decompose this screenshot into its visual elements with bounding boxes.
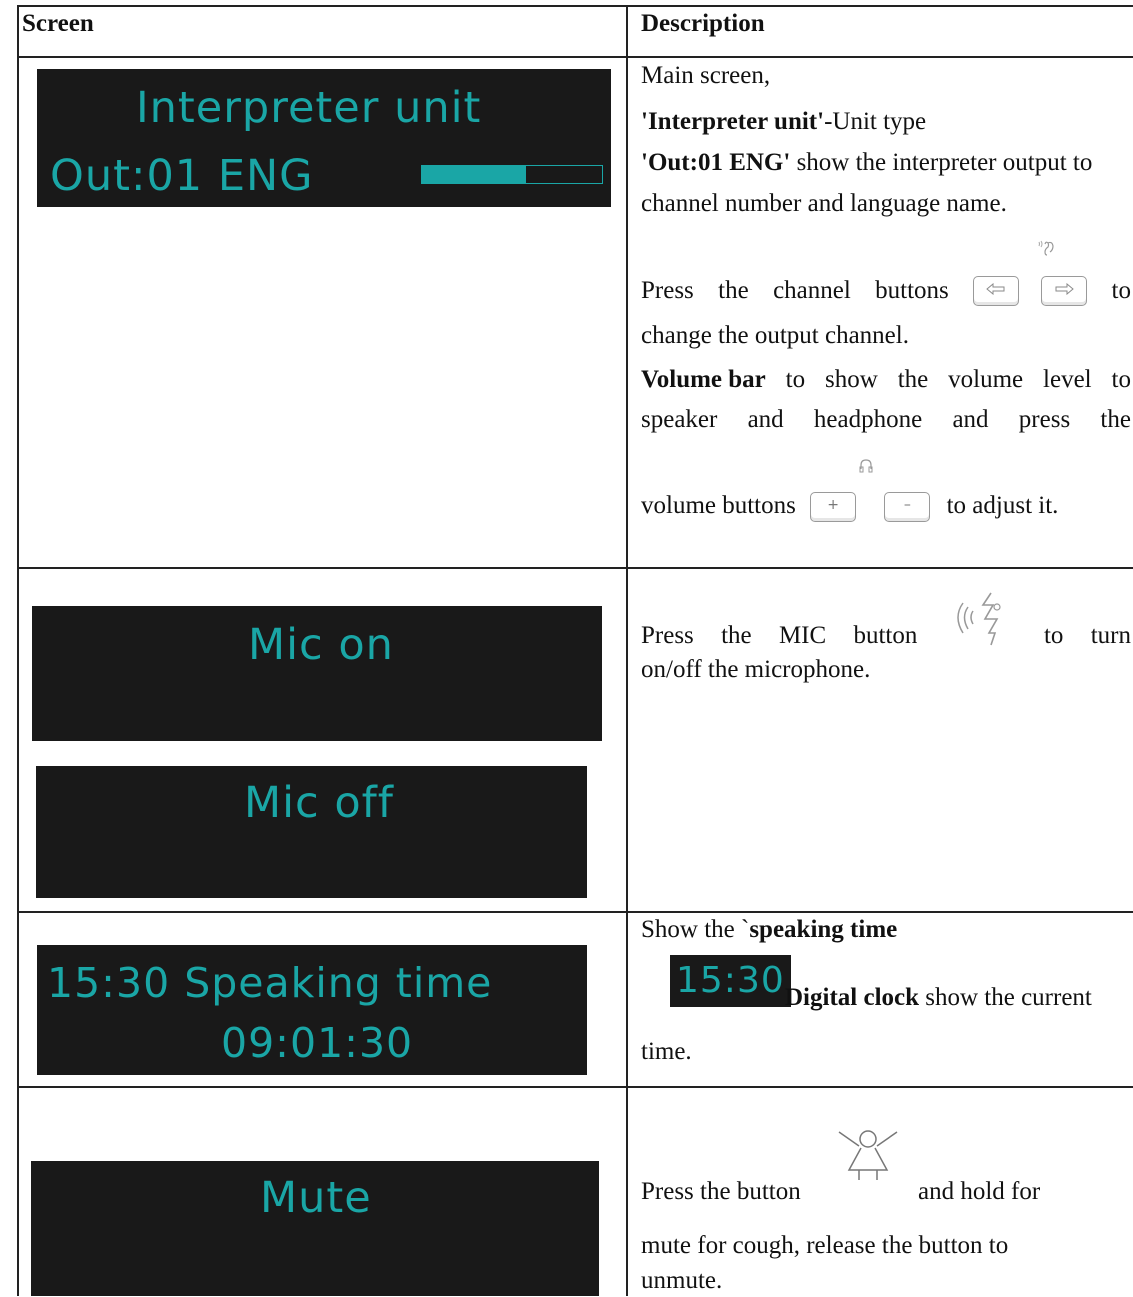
desc-vol2-word: and <box>952 406 989 433</box>
lcd-speaking-time-label: 15:30 Speaking time <box>47 959 493 1007</box>
desc-vol-word: show <box>825 366 878 393</box>
desc-vol2-word: headphone <box>813 406 923 433</box>
lcd-speaking-time: 15:30 Speaking time 09:01:30 <box>37 945 587 1075</box>
desc-unit-type-rest: -Unit type <box>824 108 927 135</box>
desc-channel-cont: change the output channel. <box>641 322 909 349</box>
lcd-mic-off-label: Mic off <box>244 778 394 828</box>
channel-left-button <box>973 276 1020 306</box>
desc-mic-line: Press the MIC button to turn <box>641 592 1131 652</box>
desc-mic-word: Press <box>641 622 694 649</box>
desc-vol2-word: the <box>1100 406 1131 433</box>
desc-mute-pre: Press the button <box>641 1178 801 1205</box>
desc-speaking-bold: speaking time <box>749 916 898 943</box>
desc-speaking-line: Show the `speaking time <box>641 914 897 946</box>
desc-mute-post: and hold for <box>918 1178 1041 1205</box>
desc-vol2-word: press <box>1018 406 1071 433</box>
desc-vol-word: to <box>1111 366 1131 393</box>
row-divider-1 <box>17 567 1133 569</box>
minus-icon: – <box>903 497 911 514</box>
header-description: Description <box>641 10 765 37</box>
desc-vol-word: level <box>1043 366 1092 393</box>
desc-ch-to: to <box>1111 277 1131 304</box>
ear-icon <box>1038 240 1054 256</box>
desc-mic-tail-word: to <box>1043 622 1064 649</box>
lcd-main-screen: Interpreter unit Out:01 ENG <box>37 69 611 207</box>
volume-down-button: – <box>884 492 931 523</box>
headphone-icon <box>859 459 873 473</box>
digital-clock-sample: 15:30 <box>670 955 791 1007</box>
lcd-volume-bar <box>421 165 603 184</box>
desc-output: 'Out:01 ENG' show the interpreter output… <box>641 147 1092 179</box>
desc-mic-word: MIC <box>778 622 827 649</box>
lcd-output-channel: Out:01 ENG <box>50 151 314 201</box>
lcd-mute: Mute <box>31 1161 599 1296</box>
desc-vol-word: to <box>785 366 806 393</box>
desc-mic-word: button <box>853 622 918 649</box>
volume-up-button: + <box>810 459 873 523</box>
cough-mute-icon <box>838 1130 898 1180</box>
desc-volume-buttons-line: volume buttons + – to adjust it. <box>641 459 1059 523</box>
desc-ch-word: the <box>718 277 749 304</box>
table-top-border <box>17 5 1133 7</box>
desc-output-bold: 'Out:01 ENG' <box>641 149 791 176</box>
lcd-speaking-duration: 09:01:30 <box>221 1019 414 1067</box>
desc-clock-bold: Digital clock <box>785 984 920 1011</box>
desc-channel-line: Press the channel buttons to <box>641 240 1131 307</box>
desc-speaking-show: Show the ` <box>641 916 750 943</box>
row-divider-3 <box>17 1086 1133 1088</box>
lcd-volume-fill <box>422 166 527 183</box>
desc-volume-line: Volume bar to show the volume level to <box>641 364 1131 396</box>
desc-unit-type: 'Interpreter unit'-Unit type <box>641 106 926 138</box>
lcd-mute-label: Mute <box>260 1173 372 1223</box>
plus-icon: + <box>827 497 839 514</box>
desc-vol-pre: volume buttons <box>641 492 796 519</box>
desc-output-cont: channel number and language name. <box>641 190 1007 217</box>
desc-vol2-word: and <box>747 406 784 433</box>
row-divider-2 <box>17 911 1133 913</box>
table-left-border <box>17 5 19 1296</box>
desc-clock-cont: time. <box>641 1038 692 1065</box>
arrow-left-icon <box>986 282 1005 296</box>
desc-vol-post: to adjust it. <box>946 492 1059 519</box>
instruction-table: Screen Description Interpreter unit Out:… <box>0 0 1133 1296</box>
desc-intro: Main screen, <box>641 62 771 89</box>
desc-mute-cont1: mute for cough, release the button to <box>641 1232 1009 1259</box>
desc-vol-word: the <box>897 366 929 393</box>
desc-mic-cont: on/off the microphone. <box>641 656 871 683</box>
desc-ch-word: Press <box>641 277 694 304</box>
desc-vol2-word: speaker <box>641 406 718 433</box>
desc-mic-word: the <box>721 622 752 649</box>
lcd-unit-type: Interpreter unit <box>136 83 482 133</box>
desc-ch-word: buttons <box>875 277 949 304</box>
desc-volume-line2: speaker and headphone and press the <box>641 404 1131 436</box>
arrow-right-icon <box>1055 282 1074 296</box>
desc-output-rest: show the interpreter output to <box>790 149 1093 176</box>
desc-clock-rest: show the current <box>919 984 1092 1011</box>
column-divider <box>626 5 628 1296</box>
desc-volume-bold: Volume bar <box>641 366 766 393</box>
microphone-icon <box>956 592 1001 646</box>
desc-mute-cont2: unmute. <box>641 1267 723 1294</box>
lcd-mic-on-label: Mic on <box>248 620 394 670</box>
channel-right-button <box>1038 240 1088 306</box>
desc-vol-word: volume <box>948 366 1024 393</box>
desc-ch-word: channel <box>773 277 851 304</box>
lcd-mic-off: Mic off <box>36 766 587 898</box>
lcd-mic-on: Mic on <box>32 606 602 741</box>
desc-unit-type-bold: 'Interpreter unit' <box>641 108 825 135</box>
desc-clock-line: Digital clock show the current <box>785 982 1092 1014</box>
row-divider-header <box>17 56 1133 58</box>
desc-mic-tail-word: turn <box>1090 622 1131 649</box>
header-screen: Screen <box>22 10 94 37</box>
